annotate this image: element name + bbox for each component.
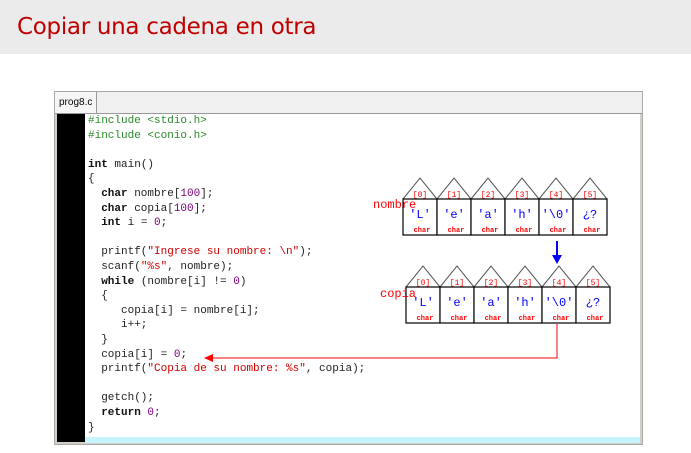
cell-index: [5] (583, 191, 597, 200)
cell-value: ¿? (586, 296, 600, 310)
cell-value: '\0' (545, 296, 574, 310)
array-name-nombre: nombre (373, 198, 416, 212)
cell-type: char (414, 227, 431, 235)
cell-type: char (451, 315, 468, 323)
cell-value: 'a' (477, 208, 499, 222)
cell-index: [0] (416, 279, 430, 288)
cell-index: [1] (450, 279, 464, 288)
cell-index: [1] (447, 191, 461, 200)
cell-type: char (553, 315, 570, 323)
cell-value: ¿? (583, 208, 597, 222)
cell-type: char (550, 227, 567, 235)
cell-value: 'e' (446, 296, 468, 310)
cell-index: [3] (518, 279, 532, 288)
cell-type: char (584, 227, 601, 235)
array-name-copia: copia (380, 287, 416, 301)
cell-type: char (587, 315, 604, 323)
terminator-arrow (212, 324, 558, 359)
cell-value: 'h' (511, 208, 533, 222)
cell-index: [4] (549, 191, 563, 200)
cell-index: [2] (484, 279, 498, 288)
cell-type: char (482, 227, 499, 235)
cell-index: [3] (515, 191, 529, 200)
cell-value: 'a' (480, 296, 502, 310)
terminator-arrow-head (204, 354, 213, 362)
cell-type: char (516, 227, 533, 235)
cell-index: [4] (552, 279, 566, 288)
cell-index: [5] (586, 279, 600, 288)
array-diagram: [0]'L'char[1]'e'char[2]'a'char[3]'h'char… (204, 177, 611, 362)
copy-arrow-head (552, 255, 562, 264)
cell-value: 'h' (514, 296, 536, 310)
cell-type: char (485, 315, 502, 323)
cell-index: [2] (481, 191, 495, 200)
cell-type: char (448, 227, 465, 235)
cell-type: char (417, 315, 434, 323)
cell-value: '\0' (542, 208, 571, 222)
cell-value: 'e' (443, 208, 465, 222)
cell-type: char (519, 315, 536, 323)
